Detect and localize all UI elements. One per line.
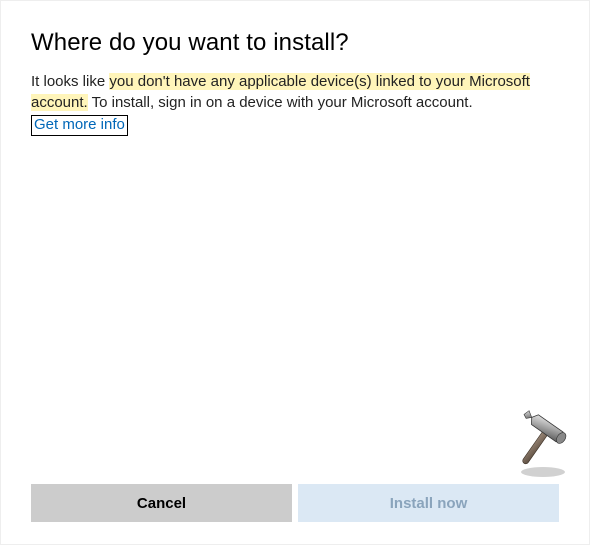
message-suffix: To install, sign in on a device with you… bbox=[88, 94, 473, 111]
more-info-link-wrap[interactable]: Get more info bbox=[31, 115, 128, 136]
dialog-title: Where do you want to install? bbox=[31, 29, 559, 57]
more-info-link[interactable]: Get more info bbox=[34, 116, 125, 133]
dialog-message: It looks like you don't have any applica… bbox=[31, 71, 559, 113]
cancel-button[interactable]: Cancel bbox=[31, 484, 292, 522]
hammer-icon bbox=[503, 410, 573, 480]
install-dialog: Where do you want to install? It looks l… bbox=[0, 0, 590, 545]
button-bar: Cancel Install now bbox=[31, 484, 559, 522]
install-now-button[interactable]: Install now bbox=[298, 484, 559, 522]
message-prefix: It looks like bbox=[31, 73, 109, 90]
